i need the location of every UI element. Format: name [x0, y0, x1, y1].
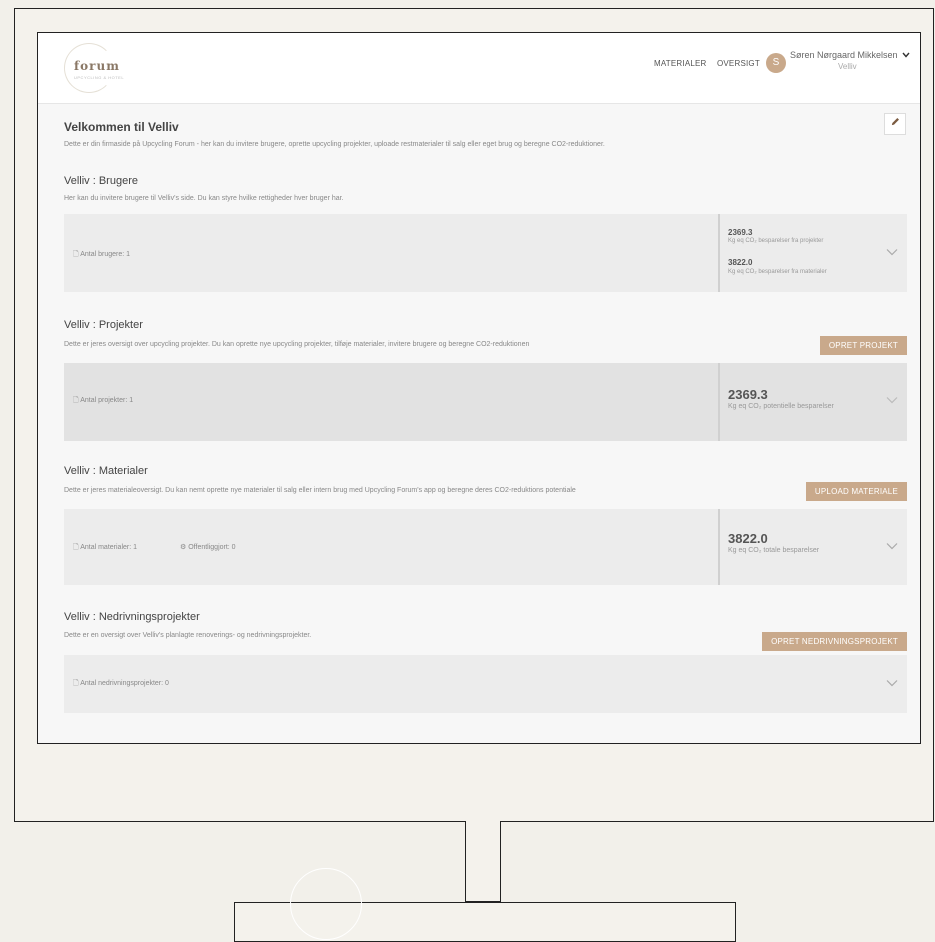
projects-section-desc: Dette er jeres oversigt over upcycling p… — [64, 341, 530, 348]
users-stat-materials-value: 3822.0 — [728, 258, 753, 267]
chevron-down-icon[interactable] — [886, 248, 898, 258]
decorative-circle — [290, 868, 362, 940]
projects-stat-value: 2369.3 — [728, 387, 768, 402]
users-stat-materials-sub: Kg eq CO₂ besparelser fra materialer — [728, 269, 827, 275]
forum-logo[interactable]: forum UPCYCLING & HOTEL — [64, 43, 128, 93]
users-count-label: Antal brugere: 1 — [80, 251, 131, 258]
chevron-down-icon[interactable] — [886, 396, 898, 406]
top-header: forum UPCYCLING & HOTEL MATERIALER OVERS… — [38, 33, 920, 104]
edit-button[interactable] — [884, 113, 906, 135]
monitor-neck — [465, 821, 501, 902]
materials-public: ⚙ Offentliggjort: 0 — [180, 543, 236, 551]
demolition-count: 🗋 Antal nedrivningsprojekter: 0 — [73, 679, 169, 690]
document-icon: 🗋 — [73, 397, 79, 404]
chevron-down-icon[interactable] — [886, 679, 898, 689]
demolition-count-label: Antal nedrivningsprojekter: 0 — [80, 680, 169, 687]
users-section-title: Velliv : Brugere — [64, 175, 138, 187]
create-project-button[interactable]: OPRET PROJEKT — [819, 336, 907, 355]
app-screen: forum UPCYCLING & HOTEL MATERIALER OVERS… — [37, 32, 921, 744]
card-divider — [718, 214, 720, 292]
document-icon: 🗋 — [73, 544, 79, 551]
users-stat-projects-sub: Kg eq CO₂ besparelser fra projekter — [728, 238, 824, 244]
document-icon: 🗋 — [73, 680, 79, 687]
demolition-section-desc: Dette er en oversigt over Velliv's planl… — [64, 632, 312, 639]
card-divider — [718, 363, 720, 441]
materials-public-label: Offentliggjort: 0 — [188, 544, 236, 551]
users-section-desc: Her kan du invitere brugere til Velliv's… — [64, 195, 344, 202]
logo-subtitle: UPCYCLING & HOTEL — [74, 75, 125, 80]
gear-icon: ⚙ — [180, 544, 187, 551]
users-stat-projects-value: 2369.3 — [728, 228, 753, 237]
pencil-icon — [890, 118, 901, 130]
user-name[interactable]: Søren Nørgaard Mikkelsen — [790, 50, 898, 60]
page-title: Velkommen til Velliv — [64, 120, 179, 134]
materials-stat-value: 3822.0 — [728, 531, 768, 546]
main-nav: MATERIALER OVERSIGT — [654, 59, 768, 68]
materials-card[interactable]: 🗋 Antal materialer: 1 ⚙ Offentliggjort: … — [64, 509, 907, 585]
document-icon: 🗋 — [73, 251, 79, 258]
upload-material-button[interactable]: UPLOAD MATERIALE — [805, 482, 907, 501]
user-org: Velliv — [838, 62, 857, 71]
materials-section-desc: Dette er jeres materialeoversigt. Du kan… — [64, 487, 576, 494]
projects-stat-sub: Kg eq CO₂ potentielle besparelser — [728, 403, 834, 410]
projects-count-label: Antal projekter: 1 — [80, 397, 134, 404]
projects-count: 🗋 Antal projekter: 1 — [73, 396, 133, 407]
users-count: 🗋 Antal brugere: 1 — [73, 250, 130, 261]
materials-stat-sub: Kg eq CO₂ totale besparelser — [728, 547, 820, 554]
demolition-card[interactable]: 🗋 Antal nedrivningsprojekter: 0 — [64, 655, 907, 713]
materials-count-label: Antal materialer: 1 — [80, 544, 138, 551]
nav-materialer[interactable]: MATERIALER — [654, 59, 707, 68]
demolition-section-title: Velliv : Nedrivningsprojekter — [64, 611, 200, 623]
chevron-down-icon[interactable] — [886, 542, 898, 552]
projects-section-title: Velliv : Projekter — [64, 319, 143, 331]
materials-count: 🗋 Antal materialer: 1 — [73, 543, 137, 554]
avatar[interactable]: S — [766, 53, 786, 73]
card-divider — [718, 509, 720, 585]
create-demolition-project-button[interactable]: OPRET NEDRIVNINGSPROJEKT — [762, 632, 907, 651]
users-card[interactable]: 🗋 Antal brugere: 1 2369.3 Kg eq CO₂ besp… — [64, 214, 907, 292]
logo-wordmark: forum — [74, 59, 120, 73]
materials-section-title: Velliv : Materialer — [64, 465, 148, 477]
page-description: Dette er din firmaside på Upcycling Foru… — [64, 141, 605, 148]
nav-oversigt[interactable]: OVERSIGT — [717, 59, 760, 68]
user-menu-chevron-down-icon[interactable] — [902, 51, 910, 60]
projects-card[interactable]: 🗋 Antal projekter: 1 2369.3 Kg eq CO₂ po… — [64, 363, 907, 441]
